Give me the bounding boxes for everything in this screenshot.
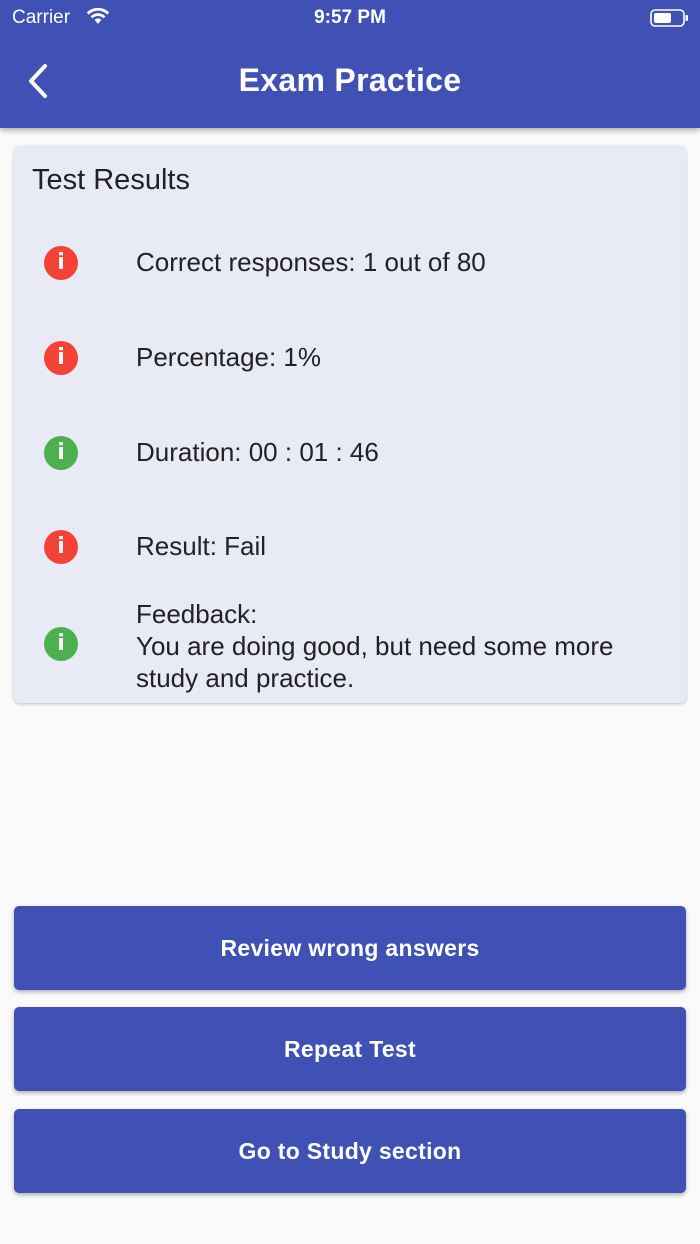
correct-responses-text: Correct responses: 1 out of 80 — [136, 247, 486, 277]
info-icon: i — [44, 436, 78, 470]
percentage-text: Percentage: 1% — [136, 342, 322, 372]
feedback-label: Feedback: — [136, 599, 258, 629]
duration-text: Duration: 00 : 01 : 46 — [136, 437, 379, 467]
info-icon: i — [44, 341, 78, 375]
result-row-correct: i Correct responses: 1 out of 80 — [14, 244, 686, 284]
status-time: 9:57 PM — [314, 7, 386, 28]
card-title: Test Results — [32, 164, 190, 196]
info-icon: i — [44, 246, 78, 280]
result-row-duration: i Duration: 00 : 01 : 46 — [14, 434, 686, 474]
result-row-result: i Result: Fail — [14, 528, 686, 568]
page-title: Exam Practice — [238, 62, 462, 98]
test-results-card: Test Results i Correct responses: 1 out … — [14, 146, 686, 703]
go-to-study-button[interactable]: Go to Study section — [14, 1109, 686, 1193]
status-bar: Carrier 9:57 PM — [0, 0, 700, 36]
app-header: Carrier 9:57 PM Exam Practice — [0, 0, 700, 128]
result-row-percentage: i Percentage: 1% — [14, 339, 686, 379]
feedback-text: You are doing good, but need some more s… — [136, 631, 614, 693]
info-icon: i — [44, 627, 78, 661]
battery-icon — [650, 9, 688, 27]
result-text: Result: Fail — [136, 531, 267, 561]
review-wrong-answers-button[interactable]: Review wrong answers — [14, 906, 686, 990]
repeat-test-button[interactable]: Repeat Test — [14, 1007, 686, 1091]
result-row-feedback: i Feedback: You are doing good, but need… — [14, 598, 686, 698]
info-icon: i — [44, 530, 78, 564]
